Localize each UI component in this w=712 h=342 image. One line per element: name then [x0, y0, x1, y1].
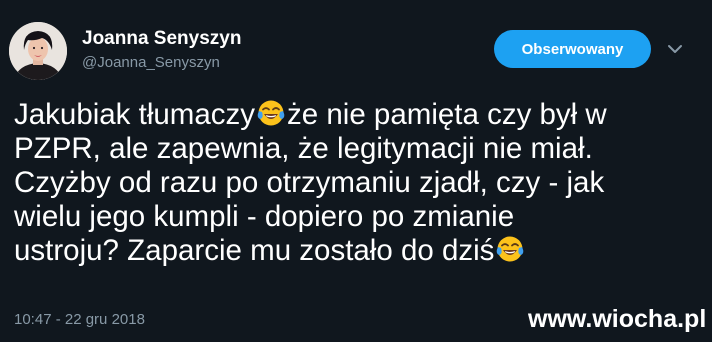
author-name[interactable]: Joanna Senyszyn	[82, 28, 241, 50]
tweet-line: Czyżby od razu po otrzymaniu zjadł, czy …	[14, 166, 605, 199]
tweet-text-segment: że nie pamięta czy był w	[287, 98, 607, 131]
author-handle[interactable]: @Joanna_Senyszyn	[82, 54, 220, 71]
tweet-line: wielu jego kumpli - dopiero po zmianie	[14, 200, 515, 233]
tweet-text-segment: Jakubiak tłumaczy	[14, 98, 256, 131]
chevron-down-icon[interactable]	[664, 38, 686, 60]
tears-of-joy-emoji-icon	[497, 236, 524, 262]
following-button[interactable]: Obserwowany	[494, 30, 651, 68]
tweet-text-segment: ustroju? Zaparcie mu zostało do dziś	[14, 234, 495, 267]
tweet-line: PZPR, ale zapewnia, że legitymacji nie m…	[14, 132, 593, 165]
tweet-line: ustroju? Zaparcie mu zostało do dziś	[14, 234, 704, 268]
tweet-timestamp[interactable]: 10:47 - 22 gru 2018	[14, 311, 145, 328]
avatar-photo	[9, 22, 67, 80]
tears-of-joy-emoji-icon	[257, 100, 285, 126]
site-watermark: www.wiocha.pl	[528, 305, 707, 333]
tweet-text: Jakubiak tłumaczy że nie pamięta czy był…	[14, 98, 704, 268]
tweet-line: Jakubiak tłumaczy że nie pamięta czy był…	[14, 98, 704, 132]
tweet-card: Joanna Senyszyn @Joanna_Senyszyn Obserwo…	[0, 0, 712, 342]
avatar[interactable]	[9, 22, 67, 80]
